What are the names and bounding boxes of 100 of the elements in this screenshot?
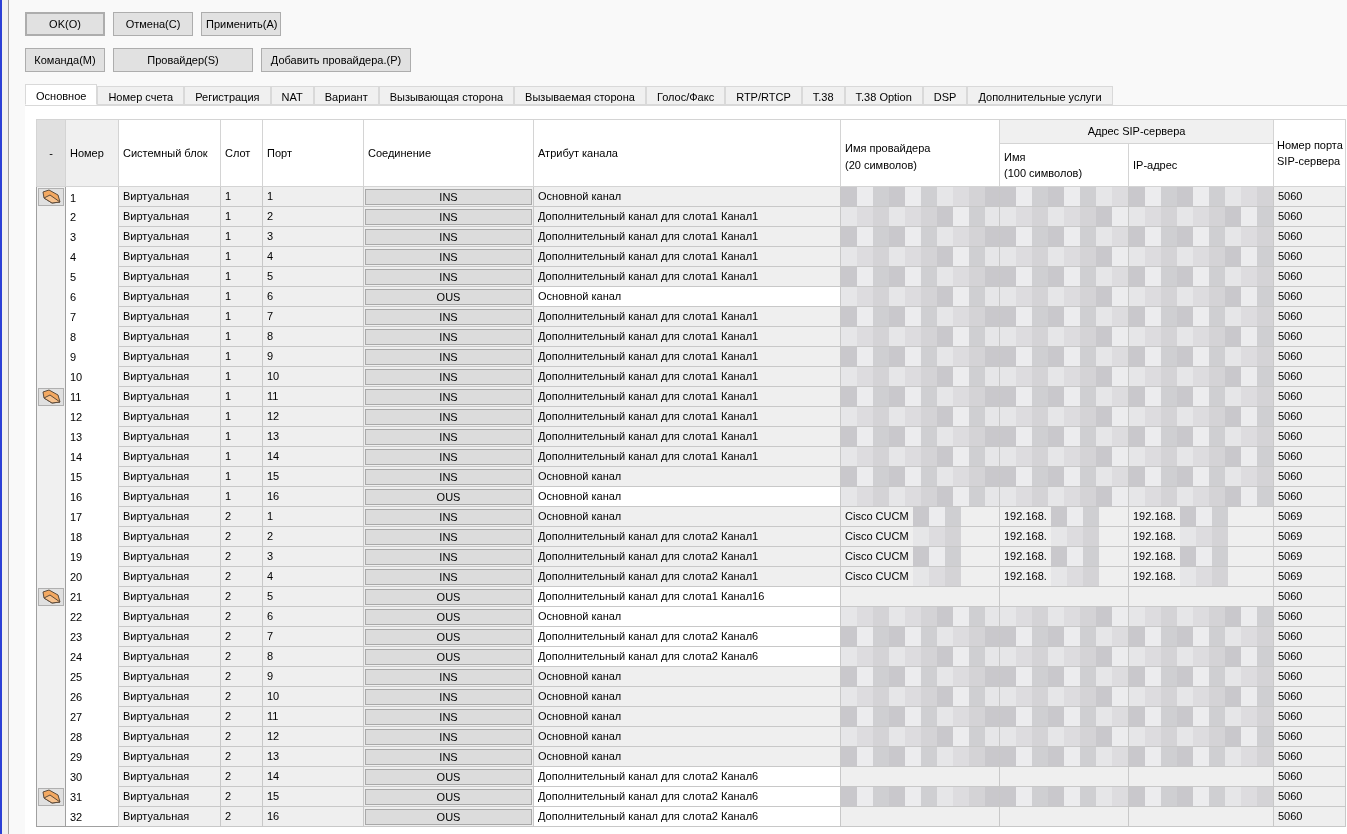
dialog-button[interactable]: Команда(M)	[25, 48, 105, 72]
tab[interactable]: NAT	[270, 86, 314, 105]
connection-status[interactable]: INS	[365, 308, 532, 325]
dialog-button[interactable]: OK(O)	[25, 12, 105, 36]
table-cell: Виртуальная	[118, 626, 221, 647]
connection-status[interactable]: OUS	[365, 808, 532, 825]
dialog-button[interactable]: Добавить провайдера.(P)	[261, 48, 411, 72]
connection-status[interactable]: INS	[365, 348, 532, 365]
dialog-button[interactable]: Провайдер(S)	[113, 48, 253, 72]
column-header: Номер	[65, 119, 119, 187]
column-header: Имя (100 символов)	[999, 143, 1129, 187]
table-cell: Виртуальная	[118, 466, 221, 487]
connection-status[interactable]: INS	[365, 428, 532, 445]
table-cell: Виртуальная	[118, 586, 221, 607]
table-cell: Виртуальная	[118, 486, 221, 507]
table-cell: Виртуальная	[118, 346, 221, 367]
tab[interactable]: Дополнительные услуги	[967, 86, 1113, 105]
table-cell: Виртуальная	[118, 766, 221, 787]
connection-status[interactable]: INS	[365, 388, 532, 405]
dialog-button[interactable]: Применить(A)	[201, 12, 281, 36]
table-cell: Виртуальная	[118, 286, 221, 307]
connection-status[interactable]: INS	[365, 728, 532, 745]
connection-status[interactable]: INS	[365, 268, 532, 285]
row-marker[interactable]	[38, 387, 64, 406]
tab[interactable]: Вызываемая сторона	[514, 86, 646, 105]
table-cell-text: Cisco CUCM	[844, 509, 910, 525]
row-marker[interactable]	[38, 587, 64, 606]
tab[interactable]: RTP/RTCP	[725, 86, 802, 105]
connection-status[interactable]: INS	[365, 188, 532, 205]
table-cell-text: 192.168.	[1003, 569, 1048, 585]
tab[interactable]: Вариант	[313, 86, 379, 105]
tab[interactable]: T.38 Option	[844, 86, 923, 105]
table-cell-text: Cisco CUCM	[844, 569, 910, 585]
connection-status[interactable]: INS	[365, 448, 532, 465]
folder-icon	[41, 189, 61, 205]
connection-status[interactable]: OUS	[365, 788, 532, 805]
table-cell-text: 192.168.	[1003, 529, 1048, 545]
table-cell-text: Cisco CUCM	[844, 529, 910, 545]
tab[interactable]: DSP	[922, 86, 968, 105]
tab[interactable]: Основное	[25, 84, 98, 105]
connection-status[interactable]: INS	[365, 668, 532, 685]
connection-status[interactable]: INS	[365, 248, 532, 265]
row-marker[interactable]	[38, 787, 64, 806]
table-cell-text: 192.168.	[1003, 549, 1048, 565]
connection-status[interactable]: INS	[365, 688, 532, 705]
table-cell: Виртуальная	[118, 226, 221, 247]
connection-status[interactable]: INS	[365, 548, 532, 565]
connection-status[interactable]: INS	[365, 368, 532, 385]
table-cell: Виртуальная	[118, 526, 221, 547]
table-cell-text: 192.168.	[1132, 529, 1177, 545]
table-cell: Виртуальная	[118, 426, 221, 447]
connection-status[interactable]: OUS	[365, 628, 532, 645]
connection-status[interactable]: OUS	[365, 648, 532, 665]
connection-status[interactable]: INS	[365, 568, 532, 585]
table-cell: Виртуальная	[118, 266, 221, 287]
table-cell-text: 192.168.	[1003, 509, 1048, 525]
column-header: -	[36, 119, 66, 187]
table-cell: Виртуальная	[118, 786, 221, 807]
table-cell: Виртуальная	[118, 726, 221, 747]
column-header: Атрибут канала	[533, 119, 841, 187]
column-header: Порт	[262, 119, 364, 187]
table-cell: Виртуальная	[118, 646, 221, 667]
connection-status[interactable]: INS	[365, 528, 532, 545]
table-cell: Виртуальная	[118, 666, 221, 687]
column-group-header: Адрес SIP-сервера	[999, 119, 1274, 144]
connection-status[interactable]: INS	[365, 508, 532, 525]
table-cell: Виртуальная	[118, 706, 221, 727]
table-cell: Виртуальная	[118, 406, 221, 427]
column-header: Номер порта SIP-сервера	[1273, 119, 1346, 187]
connection-status[interactable]: INS	[365, 328, 532, 345]
tab[interactable]: Вызывающая сторона	[378, 86, 515, 105]
connection-status[interactable]: OUS	[365, 768, 532, 785]
dialog-button[interactable]: Отмена(C)	[113, 12, 193, 36]
connection-status[interactable]: INS	[365, 228, 532, 245]
connection-status[interactable]: OUS	[365, 588, 532, 605]
row-marker[interactable]	[38, 187, 64, 206]
connection-status[interactable]: INS	[365, 708, 532, 725]
tab[interactable]: Номер счета	[97, 86, 185, 105]
table-cell: Виртуальная	[118, 326, 221, 347]
connection-status[interactable]: INS	[365, 468, 532, 485]
table-cell: Виртуальная	[118, 366, 221, 387]
table-cell: Виртуальная	[118, 206, 221, 227]
connection-status[interactable]: OUS	[365, 608, 532, 625]
table-cell: Виртуальная	[118, 746, 221, 767]
connection-status[interactable]: OUS	[365, 488, 532, 505]
tab[interactable]: Голос/Факс	[645, 86, 726, 105]
connection-status[interactable]: INS	[365, 408, 532, 425]
table-cell: Виртуальная	[118, 546, 221, 567]
table-cell-text: 192.168.	[1132, 549, 1177, 565]
table-cell-text: 192.168.	[1132, 569, 1177, 585]
table-cell: Виртуальная	[118, 186, 221, 207]
connection-status[interactable]: INS	[365, 208, 532, 225]
table-cell: Виртуальная	[118, 566, 221, 587]
connection-status[interactable]: INS	[365, 748, 532, 765]
tab[interactable]: Регистрация	[184, 86, 271, 105]
column-header: Системный блок	[118, 119, 221, 187]
connection-status[interactable]: OUS	[365, 288, 532, 305]
table-cell: Виртуальная	[118, 506, 221, 527]
column-header: Соединение	[363, 119, 534, 187]
tab[interactable]: T.38	[801, 86, 845, 105]
